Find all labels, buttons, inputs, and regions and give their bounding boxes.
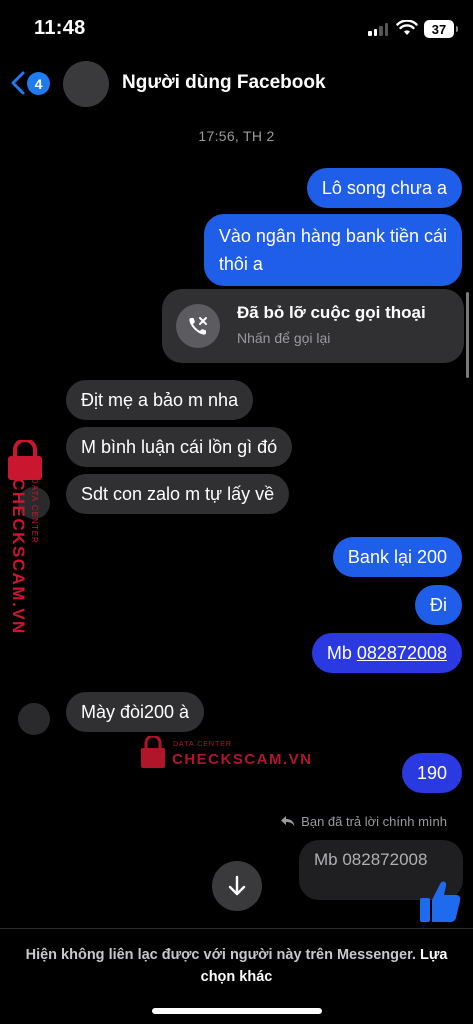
message-text: Vào ngân hàng bank tiền cái (218, 226, 447, 246)
watermark-subtext: DATA CENTER (30, 478, 39, 544)
message-outgoing[interactable]: Bank lại 200 (332, 537, 462, 577)
message-outgoing[interactable]: Vào ngân hàng bank tiền cái thôi a (203, 214, 462, 286)
chat-title[interactable]: Người dùng Facebook (122, 72, 326, 94)
back-chevron-icon[interactable] (10, 70, 26, 96)
message-text: Mày đòi200 à (81, 702, 190, 722)
message-incoming[interactable]: Sdt con zalo m tự lấy về (66, 474, 290, 514)
phone-number-link[interactable]: 082872008 (357, 643, 447, 663)
message-text: M bình luận cái lồn gì đó (81, 437, 278, 457)
chat-header: 4 Người dùng Facebook (0, 58, 473, 110)
message-text: Bank lại 200 (347, 547, 447, 567)
message-incoming[interactable]: M bình luận cái lồn gì đó (66, 427, 293, 467)
message-text: Địt mẹ a bảo m nha (81, 390, 239, 410)
message-outgoing[interactable]: 190 (401, 753, 462, 793)
arrow-down-icon (228, 875, 246, 896)
signal-icon (368, 23, 388, 36)
message-text: thôi a (218, 254, 263, 274)
message-incoming[interactable]: Mày đòi200 à (66, 692, 205, 732)
watermark-subtext: DATA CENTER (173, 741, 232, 748)
missed-call-icon (176, 304, 220, 348)
reply-quote-text: Mb 082872008 (314, 850, 428, 869)
unread-badge[interactable]: 4 (27, 72, 50, 95)
home-indicator[interactable] (152, 1008, 322, 1014)
avatar[interactable] (63, 61, 109, 107)
message-outgoing[interactable]: Đi (415, 585, 462, 625)
scroll-down-button[interactable] (212, 861, 262, 911)
missed-call-card[interactable]: Đã bỏ lỡ cuộc gọi thoại Nhấn để gọi lại (162, 289, 464, 363)
message-text: Lô song chưa a (321, 178, 447, 198)
reply-icon (281, 816, 295, 827)
divider (0, 928, 473, 929)
unavailable-notice: Hiện không liên lạc được với người này t… (20, 944, 453, 988)
reply-note-text: Bạn đã trả lời chính mình (301, 814, 447, 829)
status-time: 11:48 (34, 17, 86, 39)
message-text: Đi (430, 595, 447, 615)
thumbs-up-icon[interactable] (418, 878, 462, 924)
status-bar: 11:48 37 (0, 0, 473, 58)
message-outgoing[interactable]: Lô song chưa a (306, 168, 462, 208)
missed-call-title: Đã bỏ lỡ cuộc gọi thoại (237, 303, 426, 322)
avatar[interactable] (18, 703, 50, 735)
watermark-text: CHECKSCAM.VN (9, 478, 28, 635)
battery-icon: 37 (424, 20, 458, 38)
message-text: Mb (326, 643, 357, 663)
message-text: 190 (416, 763, 447, 783)
missed-call-subtitle: Nhấn để gọi lại (237, 330, 331, 346)
message-text: Sdt con zalo m tự lấy về (81, 484, 275, 504)
message-timestamp: 17:56, TH 2 (198, 128, 275, 144)
watermark-text: CHECKSCAM.VN (172, 751, 313, 768)
scrollbar[interactable] (466, 292, 469, 378)
message-outgoing[interactable]: Mb 082872008 (311, 633, 462, 673)
message-incoming[interactable]: Địt mẹ a bảo m nha (66, 380, 254, 420)
notice-text: Hiện không liên lạc được với người này t… (25, 947, 416, 963)
wifi-icon (396, 20, 418, 35)
reply-note: Bạn đã trả lời chính mình (281, 814, 447, 829)
